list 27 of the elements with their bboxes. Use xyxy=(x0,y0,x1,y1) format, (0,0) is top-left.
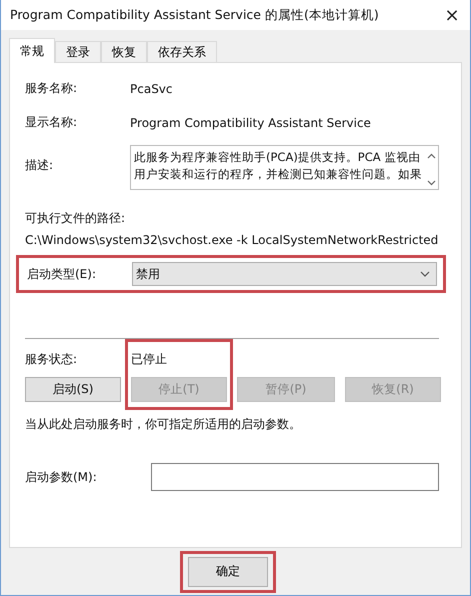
window-title: Program Compatibility Assistant Service 的属性(本地计算机) xyxy=(10,6,379,24)
field-label: 描述: xyxy=(25,157,54,174)
tab[interactable]: 恢复 xyxy=(101,41,147,62)
field-label: 启动参数(M): xyxy=(25,468,98,486)
tab[interactable]: 依存关系 xyxy=(147,41,217,62)
field-value: Program Compatibility Assistant Service xyxy=(130,116,371,130)
description-text: 此服务为程序兼容性助手(PCA)提供支持。PCA 监视由用户安装和运行的程序，并检测已知兼容性问题。如果 xyxy=(134,149,423,183)
close-button[interactable]: × xyxy=(434,0,470,30)
service-button[interactable]: 启动(S) xyxy=(25,377,121,402)
field-value: PcaSvc xyxy=(130,82,173,96)
field-label: 可执行文件的路径: xyxy=(25,210,126,227)
parameters-field[interactable] xyxy=(151,463,439,491)
startup-type-dropdown[interactable]: 禁用 xyxy=(132,262,437,286)
status-value: 已停止 xyxy=(131,351,168,368)
tab[interactable]: 登录 xyxy=(55,41,101,62)
path-text: C:\Windows\system32\svchost.exe -k LocalSystemNetworkRestricted xyxy=(25,233,439,247)
description-box[interactable]: 此服务为程序兼容性助手(PCA)提供支持。PCA 监视由用户安装和运行的程序，并检测已知兼容性问题。如果 xyxy=(130,145,439,190)
ok-button[interactable]: 确定 xyxy=(188,556,268,586)
scroll-up-icon[interactable] xyxy=(426,153,436,159)
tab[interactable]: 常规 xyxy=(9,38,55,63)
field-label: 显示名称: xyxy=(25,114,78,131)
caret-icon xyxy=(420,271,430,277)
field-label: 启动类型(E): xyxy=(27,266,97,282)
scroll-down-icon[interactable] xyxy=(426,180,436,186)
field-label: 服务名称: xyxy=(25,80,78,97)
hint-text: 当从此处启动服务时，你可指定所适用的启动参数。 xyxy=(25,416,302,433)
field-label: 服务状态: xyxy=(25,351,78,368)
